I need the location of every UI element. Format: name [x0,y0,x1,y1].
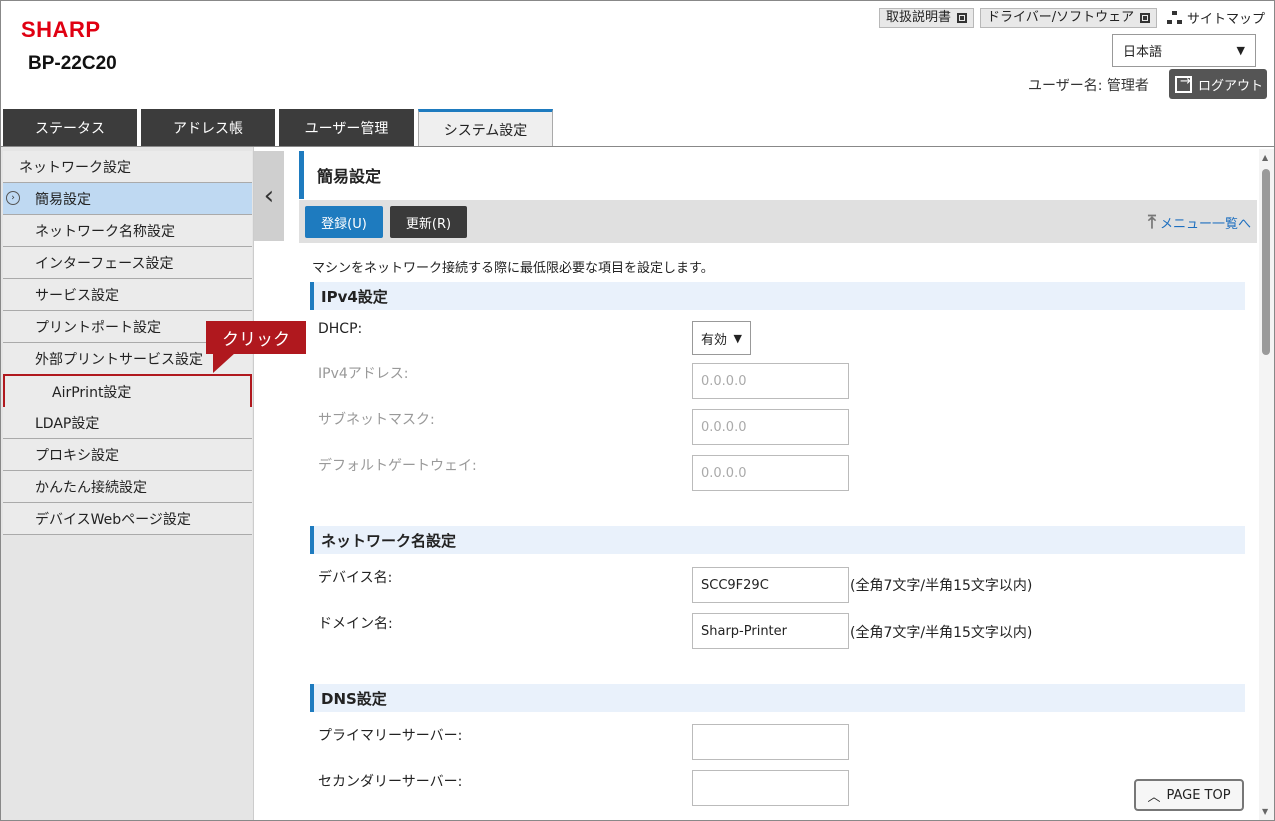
page-top-label: PAGE TOP [1166,787,1231,803]
sidebar-item-label: かんたん接続設定 [35,479,147,496]
sidebar-item-airprint[interactable]: AirPrint設定 [3,374,252,409]
dhcp-label: DHCP: [318,321,363,337]
vertical-scrollbar[interactable]: ▲ ▼ [1259,149,1274,820]
update-button[interactable]: 更新(R) [390,206,467,238]
chevron-left-icon: ‹ [263,181,275,211]
sidebar-item-device-web-page[interactable]: デバイスWebページ設定 [3,503,252,535]
tab-label: アドレス帳 [173,120,243,137]
page-title: 簡易設定 [299,151,1259,199]
secondary-dns-input[interactable] [692,770,849,806]
sidebar-item-proxy[interactable]: プロキシ設定 [3,439,252,471]
primary-dns-label: プライマリーサーバー: [318,728,463,744]
sitemap-icon [1167,10,1183,25]
tab-status[interactable]: ステータス [3,109,137,146]
manual-label: 取扱説明書 [886,10,952,25]
main-tabs: ステータス アドレス帳 ユーザー管理 システム設定 [3,109,553,147]
primary-dns-input[interactable] [692,724,849,760]
scroll-down-icon[interactable]: ▼ [1262,807,1268,816]
action-bar: 登録(U) 更新(R) ⤒ メニュー一覧へ [299,200,1257,243]
default-gateway-label: デフォルトゲートウェイ: [318,458,477,474]
browser-frame: SHARP BP-22C20 取扱説明書 ドライバー/ソフトウェア サイトマップ… [0,0,1275,821]
sidebar-item-interface[interactable]: インターフェース設定 [3,247,252,279]
sidebar-item-label: デバイスWebページ設定 [35,511,191,528]
subnet-mask-input[interactable]: 0.0.0.0 [692,409,849,445]
scroll-up-icon[interactable]: ▲ [1262,153,1268,162]
section-network-name: ネットワーク名設定 [310,526,1245,554]
sidebar-item-label: AirPrint設定 [52,384,132,401]
model-name: BP-22C20 [28,53,117,74]
chevron-down-icon: ▼ [733,331,742,345]
sidebar-item-label: プロキシ設定 [35,447,119,464]
external-link-icon [1140,13,1151,23]
click-callout: クリック [206,321,306,354]
device-name-label: デバイス名: [318,570,393,586]
sidebar-item-ldap[interactable]: LDAP設定 [3,407,252,439]
username-display: ユーザー名: 管理者 [1028,78,1149,94]
ipv4-address-label: IPv4アドレス: [318,366,409,382]
sidebar-collapse-button[interactable]: ‹ [254,151,284,241]
tab-label: ステータス [35,120,105,137]
sidebar-item-label: サービス設定 [35,287,119,304]
subnet-mask-label: サブネットマスク: [318,412,435,428]
sidebar-item-label: インターフェース設定 [35,255,174,272]
scrollbar-thumb[interactable] [1262,169,1270,355]
sidebar-item-network-name[interactable]: ネットワーク名称設定 [3,215,252,247]
sidebar-item-label: 簡易設定 [35,191,91,208]
chevron-up-icon: ︿ [1147,789,1161,805]
sitemap-link[interactable]: サイトマップ [1167,8,1265,27]
section-dns: DNS設定 [310,684,1245,712]
tab-label: システム設定 [443,122,528,139]
callout-pointer [213,353,235,373]
sidebar-item-label: プリントポート設定 [35,319,161,336]
dhcp-select[interactable]: 有効 ▼ [692,321,751,355]
manual-button[interactable]: 取扱説明書 [879,8,975,28]
menu-list-label: メニュー一覧へ [1159,217,1251,232]
domain-name-hint: (全角7文字/半角15文字以内) [850,625,1033,641]
page-description: マシンをネットワーク接続する際に最低限必要な項目を設定します。 [312,261,714,276]
tab-address-book[interactable]: アドレス帳 [141,109,275,146]
dhcp-value: 有効 [701,332,728,348]
device-name-input[interactable]: SCC9F29C [692,567,849,603]
tab-user-management[interactable]: ユーザー管理 [279,109,414,146]
sidebar-item-label: ネットワーク設定 [19,159,131,176]
register-button[interactable]: 登録(U) [305,206,383,238]
driver-software-button[interactable]: ドライバー/ソフトウェア [980,8,1158,28]
domain-name-input[interactable]: Sharp-Printer [692,613,849,649]
domain-name-label: ドメイン名: [318,616,393,632]
chevron-right-icon: › [6,191,20,205]
language-select[interactable]: 日本語 ▼ [1112,34,1256,67]
ipv4-address-input[interactable]: 0.0.0.0 [692,363,849,399]
page-top-button[interactable]: ︿ PAGE TOP [1134,779,1244,811]
logout-icon [1175,74,1192,93]
driver-label: ドライバー/ソフトウェア [987,10,1135,25]
back-to-top-icon: ⤒ [1148,212,1156,233]
sidebar-item-easy-connect[interactable]: かんたん接続設定 [3,471,252,503]
tab-label: ユーザー管理 [304,120,389,137]
tab-system-settings[interactable]: システム設定 [418,109,553,147]
chevron-down-icon: ▼ [1236,44,1245,57]
menu-list-link[interactable]: ⤒ メニュー一覧へ [1148,212,1251,233]
section-ipv4: IPv4設定 [310,282,1245,310]
sidebar-item-label: ネットワーク名称設定 [35,223,175,240]
sidebar-item-network-settings[interactable]: ネットワーク設定 [3,151,252,183]
device-name-hint: (全角7文字/半角15文字以内) [850,578,1033,594]
sidebar-item-services[interactable]: サービス設定 [3,279,252,311]
sidebar-item-label: LDAP設定 [35,415,100,432]
default-gateway-input[interactable]: 0.0.0.0 [692,455,849,491]
logout-label: ログアウト [1198,78,1264,94]
sidebar-item-quick-setup[interactable]: › 簡易設定 [3,183,252,215]
logout-button[interactable]: ログアウト [1169,69,1267,99]
main-content: 簡易設定 登録(U) 更新(R) ⤒ メニュー一覧へ マシンをネットワーク接続す… [299,149,1259,820]
sharp-logo: SHARP [21,17,101,42]
external-link-icon [957,13,968,23]
secondary-dns-label: セカンダリーサーバー: [318,774,463,790]
sidebar-item-label: 外部プリントサービス設定 [35,351,203,368]
language-value: 日本語 [1123,45,1163,60]
sitemap-label: サイトマップ [1187,12,1266,27]
